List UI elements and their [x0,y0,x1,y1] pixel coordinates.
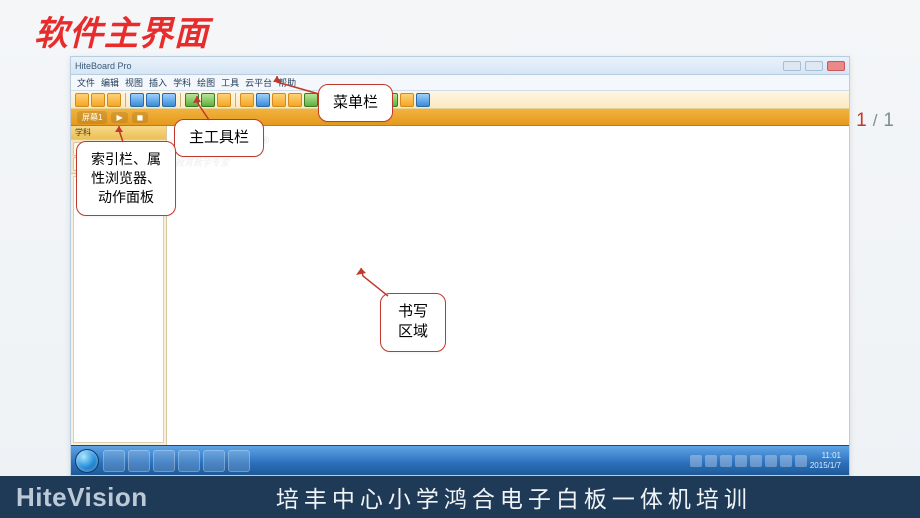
toolbar-icon[interactable] [91,93,105,107]
task-icon[interactable] [228,450,250,472]
task-icon[interactable] [178,450,200,472]
task-icon[interactable] [203,450,225,472]
minimize-button[interactable] [783,61,801,71]
toolbar-separator [180,93,181,107]
toolbar-icon[interactable] [416,93,430,107]
close-button[interactable] [827,61,845,71]
toolbar-icon[interactable] [272,93,286,107]
page-sep: / [873,111,878,131]
toolbar-icon[interactable] [130,93,144,107]
toolbar-icon[interactable] [107,93,121,107]
callout-menubar: 菜单栏 [318,84,393,122]
sidebar-panel [73,176,164,443]
task-icon[interactable] [103,450,125,472]
maintool-item[interactable]: ▶ [111,112,127,123]
toolbar-icon[interactable] [201,93,215,107]
footer-text: 培丰中心小学鸿合电子白板一体机培训 [148,480,920,514]
toolbar-icon[interactable] [217,93,231,107]
page-total: 1 [883,110,894,132]
menu-item[interactable]: 工具 [221,76,239,89]
toolbar-icon[interactable] [240,93,254,107]
footer-logo: HiteVision [16,482,148,513]
toolbar-icon[interactable] [146,93,160,107]
toolbar-icon[interactable] [185,93,199,107]
toolbar-icon[interactable] [162,93,176,107]
task-icon[interactable] [128,450,150,472]
toolbar-icon[interactable] [75,93,89,107]
menu-item[interactable]: 视图 [125,76,143,89]
footer: HiteVision 培丰中心小学鸿合电子白板一体机培训 [0,476,920,518]
menu-item[interactable]: 绘图 [197,76,215,89]
callout-maintoolbar: 主工具栏 [174,119,264,157]
toolbar-icon[interactable] [400,93,414,107]
toolbar-icon[interactable] [256,93,270,107]
tray-icon[interactable] [780,455,792,467]
menu-item[interactable]: 编辑 [101,76,119,89]
callout-sidebar: 索引栏、属性浏览器、动作面板 [76,141,176,216]
window-titlebar: HiteBoard Pro [71,57,849,75]
tray-icon[interactable] [705,455,717,467]
tray-icon[interactable] [735,455,747,467]
toolbar-separator [235,93,236,107]
tray-icon[interactable] [750,455,762,467]
clock: 11:01 2015/1/7 [810,451,845,471]
sidebar-header: 学科 [71,126,166,140]
toolbar[interactable] [71,91,849,109]
menu-bar[interactable]: 文件 编辑 视图 插入 学科 绘图 工具 云平台 帮助 [71,75,849,91]
tray-icon[interactable] [795,455,807,467]
maintool-item[interactable]: 屏幕1 [77,111,107,124]
system-tray[interactable]: 11:01 2015/1/7 [690,451,845,471]
callout-canvas: 书写区域 [380,293,446,352]
task-icon[interactable] [153,450,175,472]
menu-item[interactable]: 文件 [77,76,95,89]
toolbar-icon[interactable] [304,93,318,107]
menu-item[interactable]: 插入 [149,76,167,89]
tray-icon[interactable] [765,455,777,467]
tray-icon[interactable] [720,455,732,467]
maintool-item[interactable]: ◼ [132,112,149,123]
toolbar-separator [125,93,126,107]
menu-item[interactable]: 学科 [173,76,191,89]
window-title: HiteBoard Pro [75,61,132,71]
menu-item[interactable]: 帮助 [278,76,296,89]
canvas-area[interactable]: iQBoard® 教育教学专家 [167,126,849,445]
slide-title: 软件主界面 [34,6,209,55]
page-current: 1 [856,110,867,132]
menu-item[interactable]: 云平台 [245,76,272,89]
maximize-button[interactable] [805,61,823,71]
tray-icon[interactable] [690,455,702,467]
taskbar[interactable]: 11:01 2015/1/7 [71,445,849,475]
start-button[interactable] [75,449,99,473]
toolbar-icon[interactable] [288,93,302,107]
